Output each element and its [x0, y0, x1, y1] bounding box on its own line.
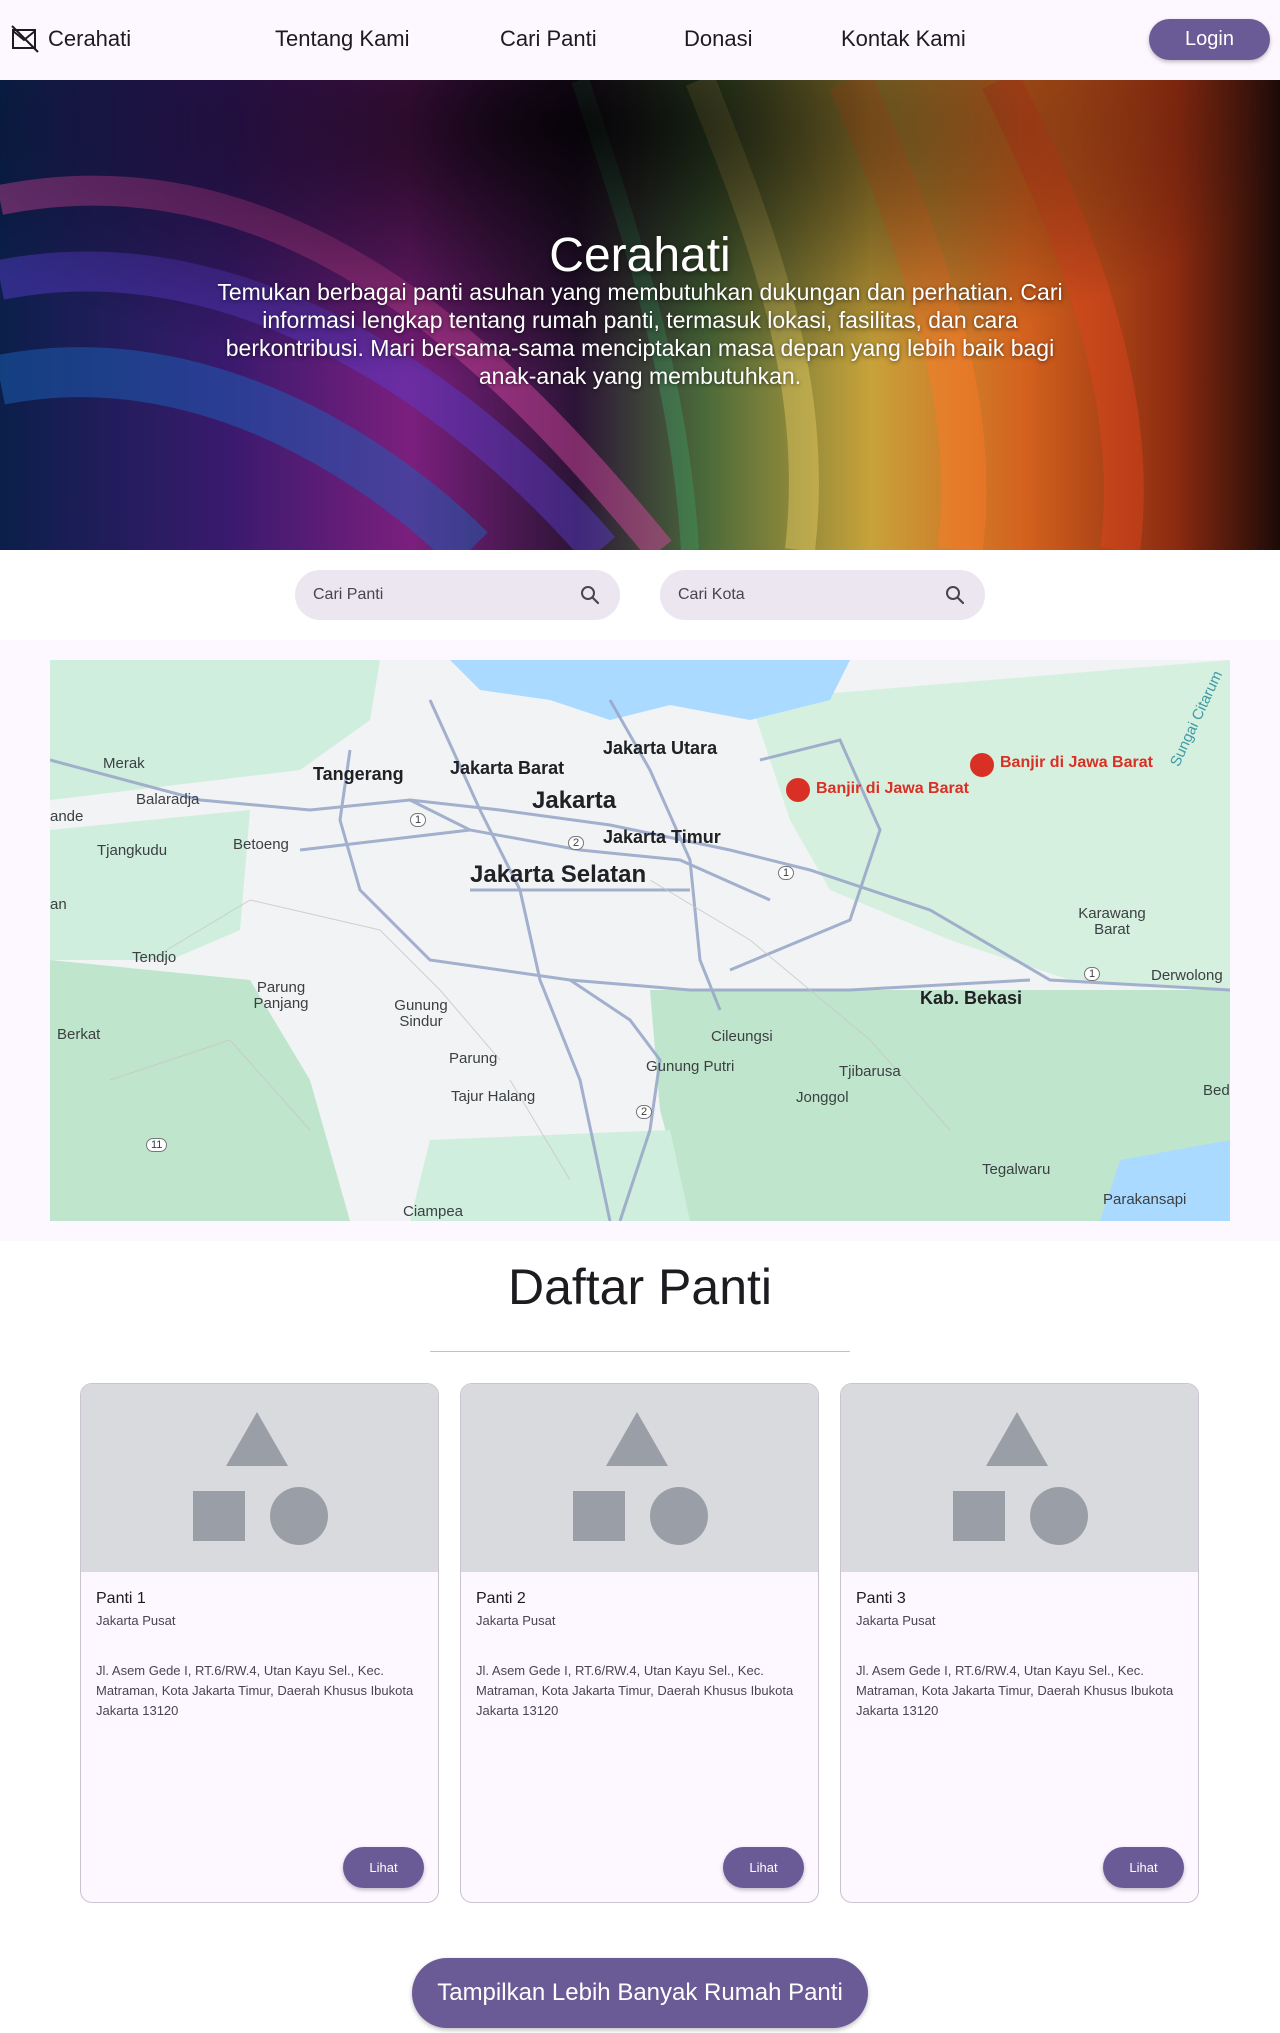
view-button[interactable]: Lihat: [723, 1847, 804, 1888]
card-image-placeholder: [461, 1384, 818, 1572]
nav-link-tentang-kami[interactable]: Tentang Kami: [275, 26, 410, 52]
map-label-tjangkudu: Tjangkudu: [97, 842, 168, 859]
card-image-placeholder: [841, 1384, 1198, 1572]
nav-link-cari-panti[interactable]: Cari Panti: [500, 26, 597, 52]
map-label-gunung-sindur: Gunung Sindur: [394, 997, 448, 1030]
map-label-balaradja: Balaradja: [136, 791, 200, 808]
search-kota-field[interactable]: [660, 570, 985, 620]
card-title: Panti 1: [96, 1590, 146, 1607]
login-button[interactable]: Login: [1149, 19, 1270, 60]
image-placeholder-icon: [953, 1412, 1088, 1545]
map-label-jakarta: Jakarta: [532, 787, 617, 814]
divider: [430, 1351, 850, 1352]
search-icon[interactable]: [943, 583, 967, 607]
panti-card: Panti 2 Jakarta Pusat Jl. Asem Gede I, R…: [460, 1383, 819, 1903]
road-marker: 1: [1084, 967, 1101, 981]
map-label-an: an: [50, 896, 67, 913]
map-label-jakarta-utara: Jakarta Utara: [603, 738, 718, 758]
map-label-jakarta-selatan: Jakarta Selatan: [470, 861, 647, 888]
flood-alert-label[interactable]: Banjir di Jawa Barat: [1000, 754, 1153, 772]
card-city: Jakarta Pusat: [476, 1613, 556, 1628]
card-title: Panti 3: [856, 1590, 906, 1607]
map-label-kab-bekasi: Kab. Bekasi: [920, 988, 1023, 1008]
hero-banner: Cerahati Temukan berbagai panti asuhan y…: [0, 80, 1280, 550]
map-label-merak: Merak: [103, 755, 145, 772]
card-address: Jl. Asem Gede I, RT.6/RW.4, Utan Kayu Se…: [96, 1663, 414, 1718]
map-label-cileungsi: Cileungsi: [711, 1028, 773, 1045]
search-panti-field[interactable]: [295, 570, 620, 620]
map-label-betoeng: Betoeng: [233, 836, 289, 853]
map-label-berkat: Berkat: [57, 1026, 101, 1043]
image-placeholder-icon: [573, 1412, 708, 1545]
map-label-tajur-halang: Tajur Halang: [451, 1088, 536, 1105]
map-label-tjibarusa: Tjibarusa: [839, 1063, 901, 1080]
logo-icon: [11, 25, 39, 53]
map-label-tangerang: Tangerang: [313, 764, 404, 784]
map-label-parung: Parung: [449, 1050, 498, 1067]
card-address: Jl. Asem Gede I, RT.6/RW.4, Utan Kayu Se…: [476, 1663, 794, 1718]
map-label-tendjo: Tendjo: [132, 949, 177, 966]
map-label-karawang-barat: Karawang Barat: [1078, 905, 1146, 938]
map[interactable]: Jakarta Jakarta Selatan Jakarta Barat Ja…: [50, 660, 1230, 1221]
panti-card: Panti 3 Jakarta Pusat Jl. Asem Gede I, R…: [840, 1383, 1199, 1903]
section-title: Daftar Panti: [507, 1259, 772, 1315]
flood-alert-label[interactable]: Banjir di Jawa Barat: [816, 780, 969, 798]
map-label-parung-panjang: Parung Panjang: [253, 979, 309, 1012]
search-kota-input[interactable]: [678, 586, 943, 604]
map-label-parakansapi: Parakansapi: [1103, 1191, 1187, 1208]
map-label-jakarta-barat: Jakarta Barat: [450, 758, 565, 778]
hero-title: Cerahati: [549, 229, 731, 282]
nav-link-kontak-kami[interactable]: Kontak Kami: [841, 26, 966, 52]
card-address: Jl. Asem Gede I, RT.6/RW.4, Utan Kayu Se…: [856, 1663, 1174, 1718]
search-icon[interactable]: [578, 583, 602, 607]
panti-card: Panti 1 Jakarta Pusat Jl. Asem Gede I, R…: [80, 1383, 439, 1903]
card-title: Panti 2: [476, 1590, 526, 1607]
map-label-bed: Bed: [1203, 1082, 1230, 1099]
flood-alert-icon[interactable]: [970, 753, 994, 777]
road-marker: 1: [778, 866, 795, 880]
map-section: Jakarta Jakarta Selatan Jakarta Barat Ja…: [0, 640, 1280, 1241]
search-row: [0, 550, 1280, 640]
image-placeholder-icon: [193, 1412, 328, 1545]
show-more-button[interactable]: Tampilkan Lebih Banyak Rumah Panti: [412, 1958, 868, 2028]
map-label-jakarta-timur: Jakarta Timur: [603, 827, 721, 847]
card-city: Jakarta Pusat: [856, 1613, 936, 1628]
road-marker: 11: [146, 1138, 168, 1152]
card-image-placeholder: [81, 1384, 438, 1572]
view-button[interactable]: Lihat: [1103, 1847, 1184, 1888]
road-marker: 2: [568, 836, 585, 850]
map-label-gunung-putri: Gunung Putri: [646, 1058, 735, 1075]
top-navigation: Cerahati Tentang Kami Cari Panti Donasi …: [0, 0, 1280, 80]
hero-description: Temukan berbagai panti asuhan yang membu…: [217, 279, 1063, 389]
flood-alert-icon[interactable]: [786, 778, 810, 802]
map-label-derwolong: Derwolong: [1151, 967, 1223, 984]
road-marker: 1: [410, 813, 427, 827]
nav-link-donasi[interactable]: Donasi: [684, 26, 752, 52]
map-label-ande: ande: [50, 808, 84, 825]
brand-name: Cerahati: [48, 26, 132, 51]
search-panti-input[interactable]: [313, 586, 578, 604]
map-label-jonggol: Jonggol: [796, 1089, 849, 1106]
view-button[interactable]: Lihat: [343, 1847, 424, 1888]
brand[interactable]: Cerahati: [10, 24, 131, 54]
map-label-tegalwaru: Tegalwaru: [982, 1161, 1051, 1178]
road-marker: 2: [636, 1105, 653, 1119]
map-label-ciampea: Ciampea: [403, 1203, 464, 1220]
card-city: Jakarta Pusat: [96, 1613, 176, 1628]
